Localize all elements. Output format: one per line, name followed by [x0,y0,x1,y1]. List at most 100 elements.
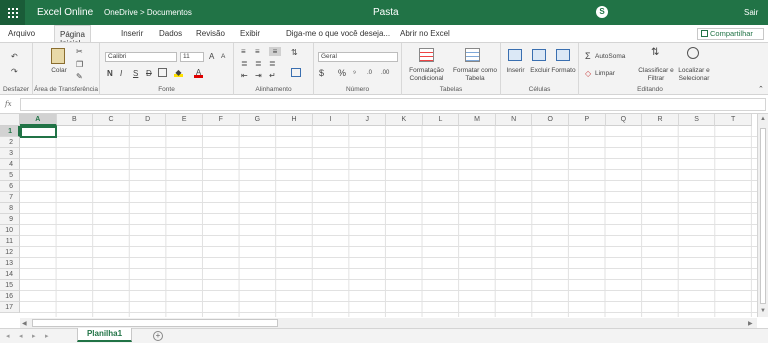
tab-inserir[interactable]: Inserir [121,29,143,38]
column-header[interactable]: A [20,114,57,126]
row-header[interactable]: 13 [0,258,20,269]
document-title[interactable]: Pasta [373,7,399,18]
bold-button[interactable]: N [107,69,113,78]
increase-font-icon[interactable]: A [209,52,214,61]
autosum-icon[interactable]: Σ [585,52,591,61]
undo-icon[interactable]: ↶ [11,52,18,61]
vertical-scrollbar[interactable]: ▲ ▼ [757,114,768,317]
breadcrumb[interactable]: OneDrive > Documentos [104,8,192,17]
tab-pagina-inicial[interactable]: Página Inicial [54,25,91,48]
increase-decimal-icon[interactable]: .0 [367,69,372,78]
horizontal-scrollbar[interactable]: ◀ ▶ [20,318,757,328]
decrease-font-icon[interactable]: A [221,52,225,61]
column-header[interactable]: T [715,114,752,126]
column-header[interactable]: N [495,114,533,126]
tab-arquivo[interactable]: Arquivo [8,29,35,38]
column-header[interactable]: J [349,114,386,126]
borders-icon[interactable] [158,68,167,77]
row-header[interactable]: 11 [0,236,20,247]
percent-button[interactable]: % [338,69,346,78]
formula-input[interactable] [20,98,766,111]
cut-icon[interactable]: ✂ [76,47,83,56]
last-sheet-icon[interactable]: ▸ [45,332,49,340]
next-sheet-icon[interactable]: ▸ [32,332,36,340]
tab-dados[interactable]: Dados [159,29,182,38]
decrease-indent-icon[interactable]: ⇤ [241,71,248,80]
tab-revisao[interactable]: Revisão [196,29,225,38]
currency-button[interactable]: $ [319,69,324,78]
conditional-format-icon[interactable] [419,48,434,62]
text-direction-icon[interactable]: ⇅ [291,48,298,57]
row-header[interactable]: 2 [0,137,20,148]
cell-area[interactable] [20,126,757,317]
column-header[interactable]: G [239,114,277,126]
align-bottom-icon[interactable]: ≡ [269,47,281,56]
merge-cells-icon[interactable] [291,68,301,77]
column-header[interactable]: P [569,114,606,126]
row-header[interactable]: 12 [0,247,20,258]
row-header[interactable]: 8 [0,203,20,214]
scroll-left-icon[interactable]: ◀ [22,320,27,327]
fill-color-icon[interactable]: ◆ [174,68,183,77]
font-size-select[interactable]: 11 [180,52,204,62]
column-header[interactable]: K [386,114,423,126]
row-header[interactable]: 5 [0,170,20,181]
column-header[interactable]: O [532,114,569,126]
horizontal-scroll-thumb[interactable] [32,319,278,327]
format-as-table-label[interactable]: Formatar como Tabela [451,67,499,83]
scroll-down-icon[interactable]: ▼ [760,308,766,314]
paste-icon[interactable] [51,48,65,64]
strikethrough-button[interactable]: D [146,69,152,78]
app-title[interactable]: Excel Online [37,7,93,18]
align-center-icon[interactable]: ≣ [255,59,262,68]
row-header[interactable]: 16 [0,291,20,302]
row-header[interactable]: 9 [0,214,20,225]
column-header[interactable]: F [203,114,240,126]
column-header[interactable]: C [93,114,130,126]
row-header[interactable]: 4 [0,159,20,170]
row-header[interactable]: 14 [0,269,20,280]
collapse-ribbon-icon[interactable]: ⌃ [758,85,764,94]
redo-icon[interactable]: ↷ [11,67,18,76]
sort-filter-icon[interactable]: ⇅ [651,48,659,58]
clear-label[interactable]: Limpar [595,70,615,78]
find-select-label[interactable]: Localizar e Selecionar [674,67,714,83]
insert-cells-label[interactable]: Inserir [503,67,528,75]
column-header[interactable]: I [312,114,350,126]
format-as-table-icon[interactable] [465,48,480,62]
autosum-label[interactable]: AutoSoma [595,53,625,61]
align-top-icon[interactable]: ≡ [241,47,246,56]
scroll-up-icon[interactable]: ▲ [760,116,766,122]
format-cells-label[interactable]: Formato [550,67,577,75]
align-right-icon[interactable]: ≣ [269,59,276,68]
sort-filter-label[interactable]: Classificar e Filtrar [637,67,675,83]
align-middle-icon[interactable]: ≡ [255,47,260,56]
clear-icon[interactable]: ◇ [585,69,591,78]
sheet-tab-planilha1[interactable]: Planilha1 [77,328,132,342]
comma-style-icon[interactable]: ⁹ [353,69,356,78]
font-color-icon[interactable]: A [194,68,203,78]
row-header[interactable]: 1 [0,126,20,137]
column-header[interactable]: Q [605,114,643,126]
number-format-select[interactable]: Geral [318,52,398,62]
column-header[interactable]: R [642,114,679,126]
insert-cells-icon[interactable] [508,49,522,61]
column-header[interactable]: E [166,114,203,126]
row-header[interactable]: 15 [0,280,20,291]
app-launcher-icon[interactable] [0,0,25,25]
tab-exibir[interactable]: Exibir [240,29,260,38]
active-cell[interactable] [20,126,57,138]
copy-icon[interactable]: ❐ [76,60,83,69]
tell-me-search[interactable]: Diga-me o que você deseja... [286,29,390,38]
vertical-scroll-thumb[interactable] [760,128,766,304]
row-header[interactable]: 17 [0,302,20,313]
row-header[interactable]: 10 [0,225,20,236]
open-in-excel-link[interactable]: Abrir no Excel [400,29,450,38]
column-header[interactable]: D [129,114,167,126]
add-sheet-button[interactable]: + [153,331,163,341]
signout-link[interactable]: Sair [744,8,758,17]
underline-button[interactable]: S [133,69,138,78]
format-cells-icon[interactable] [556,49,570,61]
find-select-icon[interactable] [687,47,699,59]
decrease-decimal-icon[interactable]: .00 [381,69,389,78]
